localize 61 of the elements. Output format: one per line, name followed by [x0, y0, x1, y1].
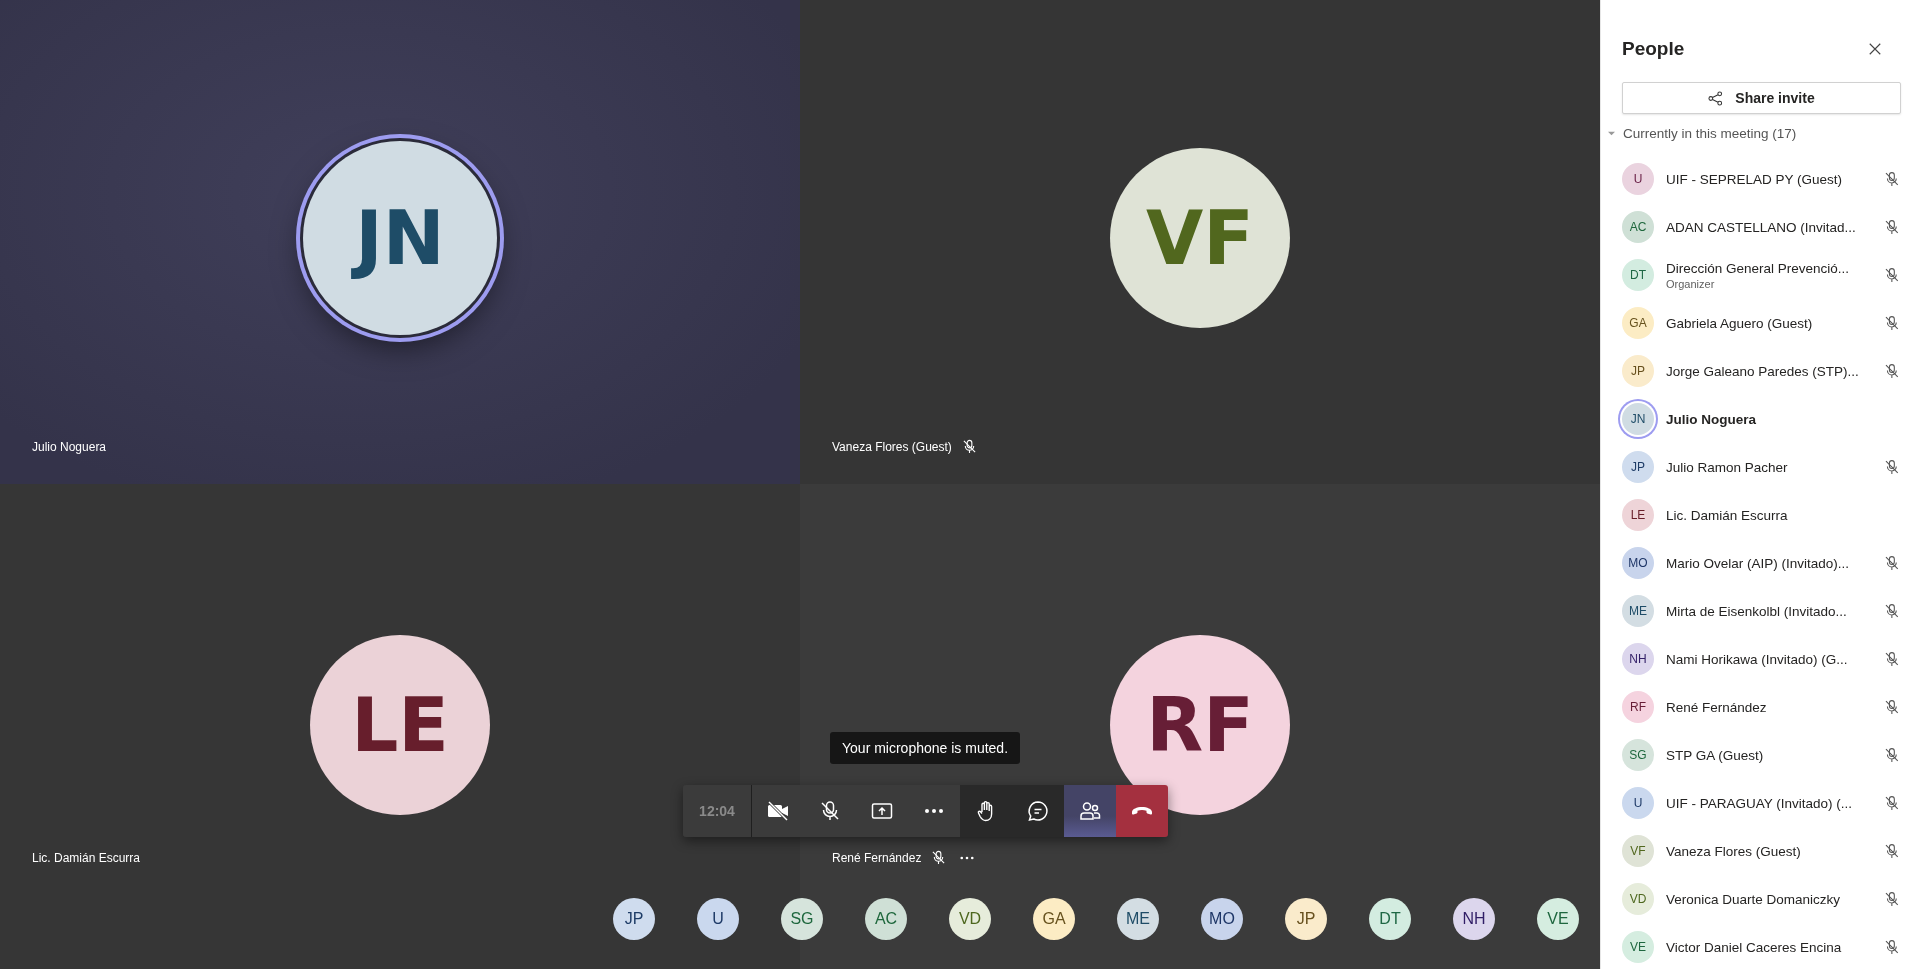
- avatar: JN: [1622, 403, 1654, 435]
- more-icon: [925, 809, 943, 813]
- participant-name[interactable]: René Fernández: [1666, 699, 1877, 715]
- participant-name[interactable]: Julio Noguera: [1666, 411, 1880, 427]
- participant-name[interactable]: Jorge Galeano Paredes (STP)...: [1666, 363, 1877, 379]
- caret-icon[interactable]: [1608, 129, 1615, 137]
- participant-name[interactable]: UIF - PARAGUAY (Invitado) (...: [1666, 795, 1877, 811]
- avatar: GA: [1622, 307, 1654, 339]
- avatar: LE: [310, 634, 490, 815]
- more-icon[interactable]: [960, 855, 975, 860]
- panel-title: People: [1622, 38, 1685, 60]
- avatar: VE: [1622, 931, 1654, 963]
- participant-name[interactable]: Gabriela Aguero (Guest): [1666, 315, 1877, 331]
- avatar: U: [1622, 163, 1654, 195]
- people-icon: [1078, 799, 1102, 823]
- section-header[interactable]: Currently in this meeting (17): [1623, 125, 1797, 141]
- avatar: AC: [1622, 211, 1654, 243]
- participant-name[interactable]: UIF - SEPRELAD PY (Guest): [1666, 171, 1877, 187]
- avatar: SG: [1622, 739, 1654, 771]
- participant-name[interactable]: Dirección General Prevenció...: [1666, 260, 1877, 276]
- avatar: RF: [1622, 691, 1654, 723]
- avatar: MO: [1622, 547, 1654, 579]
- tooltip: Your microphone is muted.: [830, 732, 1021, 764]
- participant-name[interactable]: Victor Daniel Caceres Encina: [1666, 939, 1877, 955]
- avatar: DT: [1622, 259, 1654, 291]
- avatar: RF: [1110, 634, 1290, 815]
- participant-name[interactable]: Vaneza Flores (Guest): [1666, 843, 1877, 859]
- chat-icon: [1026, 799, 1050, 823]
- avatar: JP: [1622, 451, 1654, 483]
- people-button[interactable]: [1064, 785, 1116, 837]
- avatar: U: [1622, 787, 1654, 819]
- avatar: JP: [1622, 355, 1654, 387]
- share-icon: [1708, 90, 1724, 106]
- avatar: NH: [1622, 643, 1654, 675]
- participant-name: René Fernández: [832, 850, 922, 865]
- participant-role: Organizer: [1666, 277, 1716, 290]
- camera-off-icon: [766, 799, 790, 823]
- raise-hand-button[interactable]: [960, 785, 1012, 837]
- camera-off-button[interactable]: [752, 785, 804, 837]
- participant-name: Julio Noguera: [32, 440, 107, 454]
- phone-icon: [1132, 807, 1152, 815]
- participant-name[interactable]: Mario Ovelar (AIP) (Invitado)...: [1666, 555, 1877, 571]
- participant-name: Vaneza Flores (Guest): [832, 439, 952, 454]
- call-timer: 12:04: [683, 785, 752, 837]
- participant-name[interactable]: Lic. Damián Escurra: [1666, 507, 1880, 523]
- participant-name: Lic. Damián Escurra: [32, 851, 141, 865]
- avatar: VD: [1622, 883, 1654, 915]
- participant-name[interactable]: Julio Ramon Pacher: [1666, 459, 1877, 475]
- participant-name[interactable]: Veronica Duarte Domaniczky: [1666, 891, 1877, 907]
- hang-up-button[interactable]: [1116, 785, 1168, 837]
- avatar: VF: [1622, 835, 1654, 867]
- avatar: VF: [1110, 148, 1290, 328]
- participant-name[interactable]: ADAN CASTELLANO (Invitad...: [1666, 219, 1877, 235]
- close-icon[interactable]: [1868, 42, 1882, 56]
- participant-name[interactable]: STP GA (Guest): [1666, 747, 1877, 763]
- participant-name[interactable]: Mirta de Eisenkolbl (Invitado...: [1666, 603, 1877, 619]
- avatar: LE: [1622, 499, 1654, 531]
- share-invite-button[interactable]: Share invite: [1622, 82, 1901, 114]
- chat-button[interactable]: [1012, 785, 1064, 837]
- avatar: ME: [1622, 595, 1654, 627]
- participant-name[interactable]: Nami Horikawa (Invitado) (G...: [1666, 651, 1877, 667]
